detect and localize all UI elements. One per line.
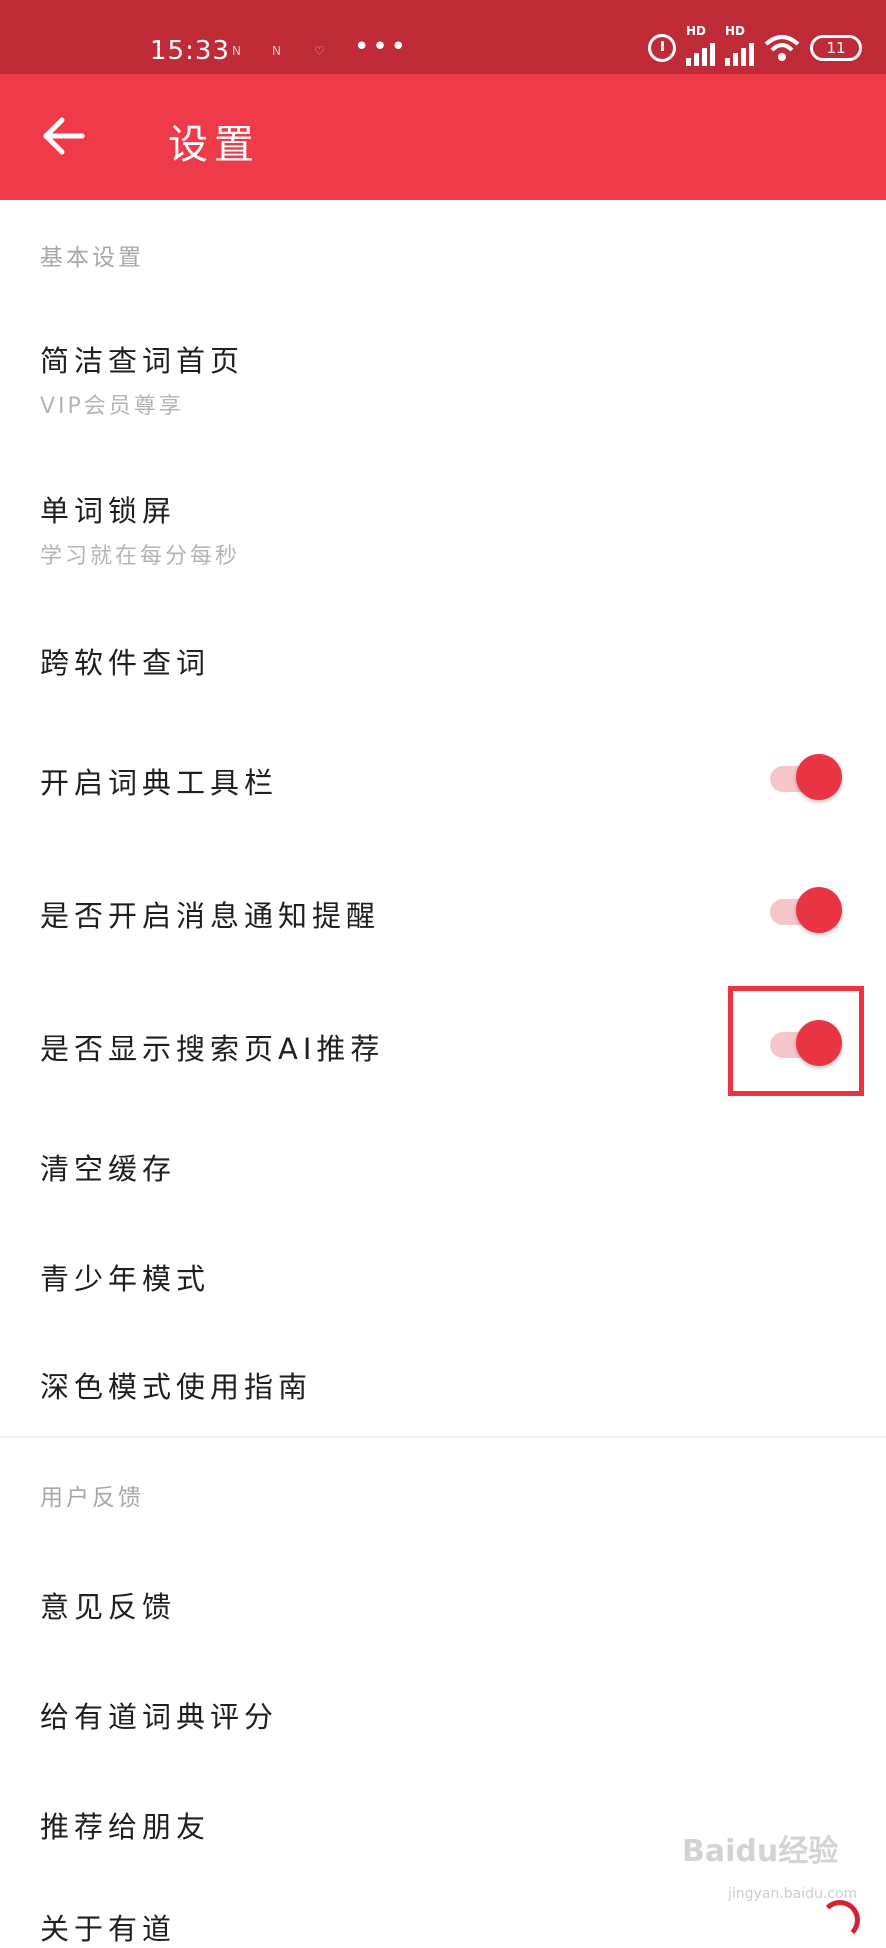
dictionary-toolbar-toggle[interactable] [770, 751, 842, 805]
setting-message-notification: 是否开启消息通知提醒 [0, 858, 886, 968]
signal-icon: HD [725, 24, 754, 66]
section-header-feedback: 用户反馈 [40, 1485, 144, 1511]
setting-title: 是否开启消息通知提醒 [40, 899, 381, 933]
setting-title: 开启词典工具栏 [40, 766, 279, 800]
setting-title: 简洁查词首页 [40, 344, 245, 378]
status-icons: HD HD 11 [648, 24, 862, 68]
setting-subtitle: VIP会员尊享 [40, 394, 184, 419]
setting-title: 推荐给朋友 [40, 1810, 211, 1844]
hd-label: HD [686, 24, 707, 38]
section-header-basic: 基本设置 [40, 245, 144, 271]
highlight-annotation [728, 986, 864, 1096]
setting-title: 给有道词典评分 [40, 1700, 279, 1734]
setting-title: 意见反馈 [40, 1590, 177, 1624]
message-notification-toggle[interactable] [770, 884, 842, 938]
setting-cross-app-lookup[interactable]: 跨软件查词 [0, 600, 886, 710]
battery-icon: 11 [810, 35, 862, 61]
badge-icon [820, 1900, 860, 1940]
alarm-icon [648, 34, 676, 62]
setting-title: 清空缓存 [40, 1152, 177, 1186]
setting-feedback[interactable]: 意见反馈 [0, 1550, 886, 1650]
setting-dictionary-toolbar: 开启词典工具栏 [0, 725, 886, 835]
watermark-logo: Baidu经验 [682, 1834, 839, 1869]
app-bar: 设置 [0, 74, 886, 200]
more-notifications-icon: ••• [354, 32, 410, 62]
hd-label: HD [725, 24, 746, 38]
setting-teen-mode[interactable]: 青少年模式 [0, 1220, 886, 1320]
setting-subtitle: 学习就在每分每秒 [40, 544, 241, 569]
setting-title: 单词锁屏 [40, 494, 177, 528]
setting-title: 跨软件查词 [40, 646, 211, 680]
signal-icon: HD [686, 24, 715, 66]
setting-word-lockscreen[interactable]: 单词锁屏 学习就在每分每秒 [0, 450, 886, 580]
setting-title: 青少年模式 [40, 1262, 211, 1296]
wifi-icon [764, 35, 800, 61]
setting-about[interactable]: 关于有道 [40, 1906, 176, 1948]
setting-title: 深色模式使用指南 [40, 1370, 313, 1404]
heart-icon: ♡ [314, 44, 325, 58]
back-arrow-icon[interactable] [36, 108, 92, 164]
notification-icon: N [272, 44, 281, 58]
notification-icon: N [232, 44, 241, 58]
watermark-url: jingyan.baidu.com [728, 1886, 858, 1902]
setting-rate-app[interactable]: 给有道词典评分 [0, 1660, 886, 1760]
page-title: 设置 [168, 122, 260, 168]
setting-simple-home[interactable]: 简洁查词首页 VIP会员尊享 [0, 300, 886, 430]
status-time: 15:33 [150, 36, 230, 66]
status-bar: 15:33 N N ♡ ••• HD HD 11 [0, 0, 886, 74]
setting-title: 是否显示搜索页AI推荐 [40, 1032, 385, 1066]
setting-dark-mode-guide[interactable]: 深色模式使用指南 [0, 1328, 886, 1428]
setting-clear-cache[interactable]: 清空缓存 [0, 1110, 886, 1210]
section-divider [0, 1436, 886, 1438]
